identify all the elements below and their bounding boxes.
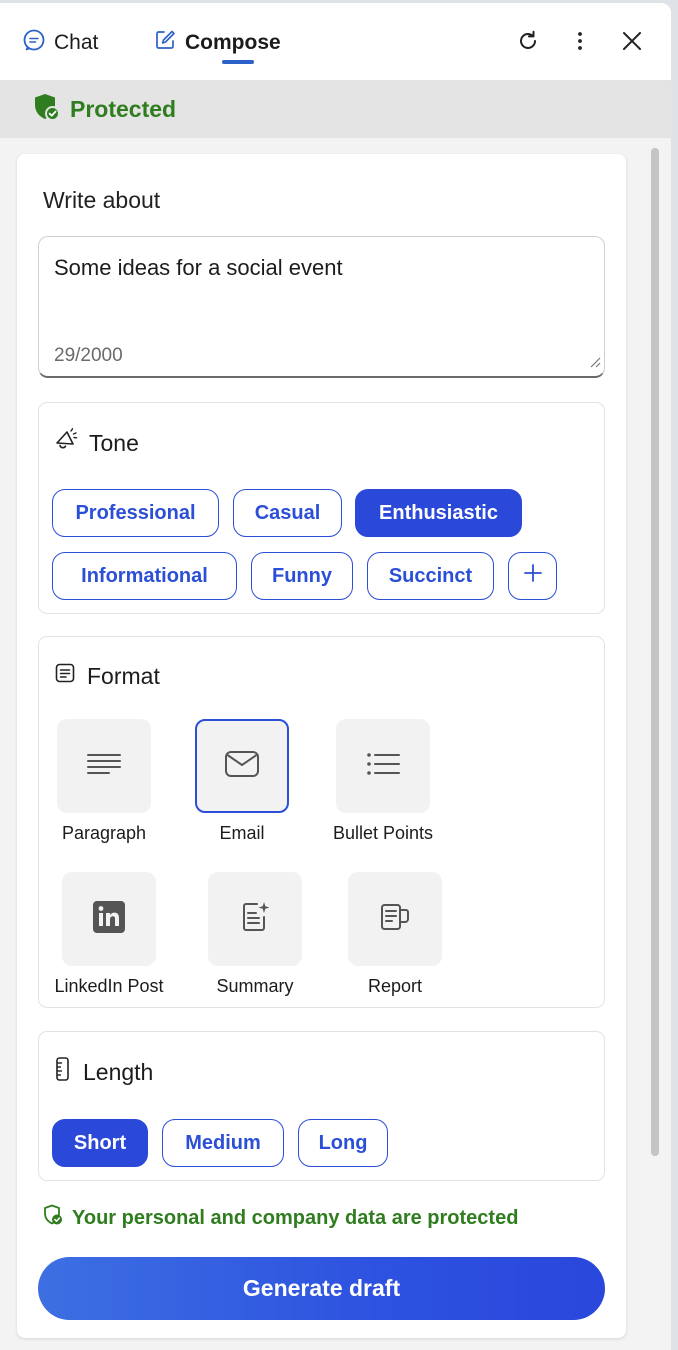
ruler-icon (53, 1056, 73, 1088)
format-option-label: Report (367, 976, 423, 996)
format-option-linkedin-post[interactable]: LinkedIn Post (44, 872, 174, 997)
more-icon (568, 29, 592, 58)
write-about-label: Write about (43, 187, 161, 213)
format-option-label: Bullet Points (332, 823, 434, 843)
protected-banner: Protected (0, 81, 671, 138)
tone-chip-professional[interactable]: Professional (52, 489, 219, 537)
header-bar: Chat Compose (0, 3, 671, 81)
format-icon (53, 661, 77, 691)
tone-section: Tone Professional Casual Enthusiastic In… (38, 402, 605, 614)
format-option-report[interactable]: Report (330, 872, 460, 997)
privacy-note-text: Your personal and company data are prote… (72, 1206, 519, 1229)
bullet-list-icon (364, 749, 402, 784)
compose-panel: Chat Compose Protected Write about Some … (0, 3, 671, 1350)
refresh-icon (516, 29, 540, 58)
format-option-email[interactable]: Email (177, 719, 307, 844)
format-option-label: Email (219, 823, 265, 843)
format-option-label: Summary (216, 976, 294, 996)
format-label: Format (87, 662, 160, 689)
email-tile (195, 719, 289, 813)
format-section: Format Paragraph Email Bullet Points Lin… (38, 636, 605, 1008)
format-option-paragraph[interactable]: Paragraph (39, 719, 169, 844)
tone-chip-funny[interactable]: Funny (251, 552, 353, 600)
write-about-input[interactable]: Some ideas for a social event 29/2000 (38, 236, 605, 378)
char-counter: 29/2000 (54, 345, 123, 366)
shield-check-icon (32, 92, 62, 127)
length-chip-long[interactable]: Long (298, 1119, 388, 1167)
summary-tile (208, 872, 302, 966)
generate-draft-button[interactable]: Generate draft (38, 1257, 605, 1320)
shield-check-icon (42, 1204, 64, 1232)
tab-chat-label: Chat (54, 31, 99, 54)
tab-compose[interactable]: Compose (153, 29, 281, 57)
paragraph-tile (57, 719, 151, 813)
length-chip-medium[interactable]: Medium (162, 1119, 284, 1167)
length-label: Length (83, 1058, 154, 1085)
summary-icon (237, 899, 273, 940)
length-chip-short[interactable]: Short (52, 1119, 148, 1167)
privacy-note: Your personal and company data are prote… (42, 1204, 518, 1232)
format-option-bullet-points[interactable]: Bullet Points (318, 719, 448, 844)
report-tile (348, 872, 442, 966)
tone-label: Tone (89, 429, 139, 456)
length-section: Length Short Medium Long (38, 1031, 605, 1181)
tone-chip-informational[interactable]: Informational (52, 552, 237, 600)
format-title: Format (53, 661, 160, 691)
input-value: Some ideas for a social event (54, 255, 343, 280)
tone-chip-enthusiastic[interactable]: Enthusiastic (355, 489, 522, 537)
tone-title: Tone (53, 427, 139, 459)
plus-icon (522, 562, 544, 590)
tab-compose-label: Compose (185, 31, 281, 54)
scrollbar[interactable] (651, 148, 659, 1156)
refresh-button[interactable] (510, 25, 546, 61)
active-tab-indicator (222, 60, 254, 64)
more-options-button[interactable] (562, 25, 598, 61)
megaphone-icon (53, 427, 79, 459)
paragraph-icon (85, 749, 123, 784)
compose-card: Write about Some ideas for a social even… (17, 154, 626, 1338)
format-option-label: LinkedIn Post (54, 976, 164, 996)
close-button[interactable] (614, 25, 650, 61)
chat-icon (22, 28, 46, 58)
report-icon (377, 899, 413, 940)
tone-chip-succinct[interactable]: Succinct (367, 552, 494, 600)
close-icon (620, 29, 644, 58)
resize-handle-icon[interactable] (589, 355, 601, 373)
tone-chip-casual[interactable]: Casual (233, 489, 342, 537)
format-option-summary[interactable]: Summary (190, 872, 320, 997)
compose-icon (153, 28, 177, 58)
tab-chat[interactable]: Chat (22, 29, 98, 57)
format-option-label: Paragraph (61, 823, 147, 843)
linkedin-icon (92, 900, 126, 939)
add-tone-button[interactable] (508, 552, 557, 600)
linkedin-tile (62, 872, 156, 966)
bullet-points-tile (336, 719, 430, 813)
length-title: Length (53, 1056, 153, 1088)
protected-label: Protected (70, 96, 177, 122)
email-icon (223, 749, 261, 784)
